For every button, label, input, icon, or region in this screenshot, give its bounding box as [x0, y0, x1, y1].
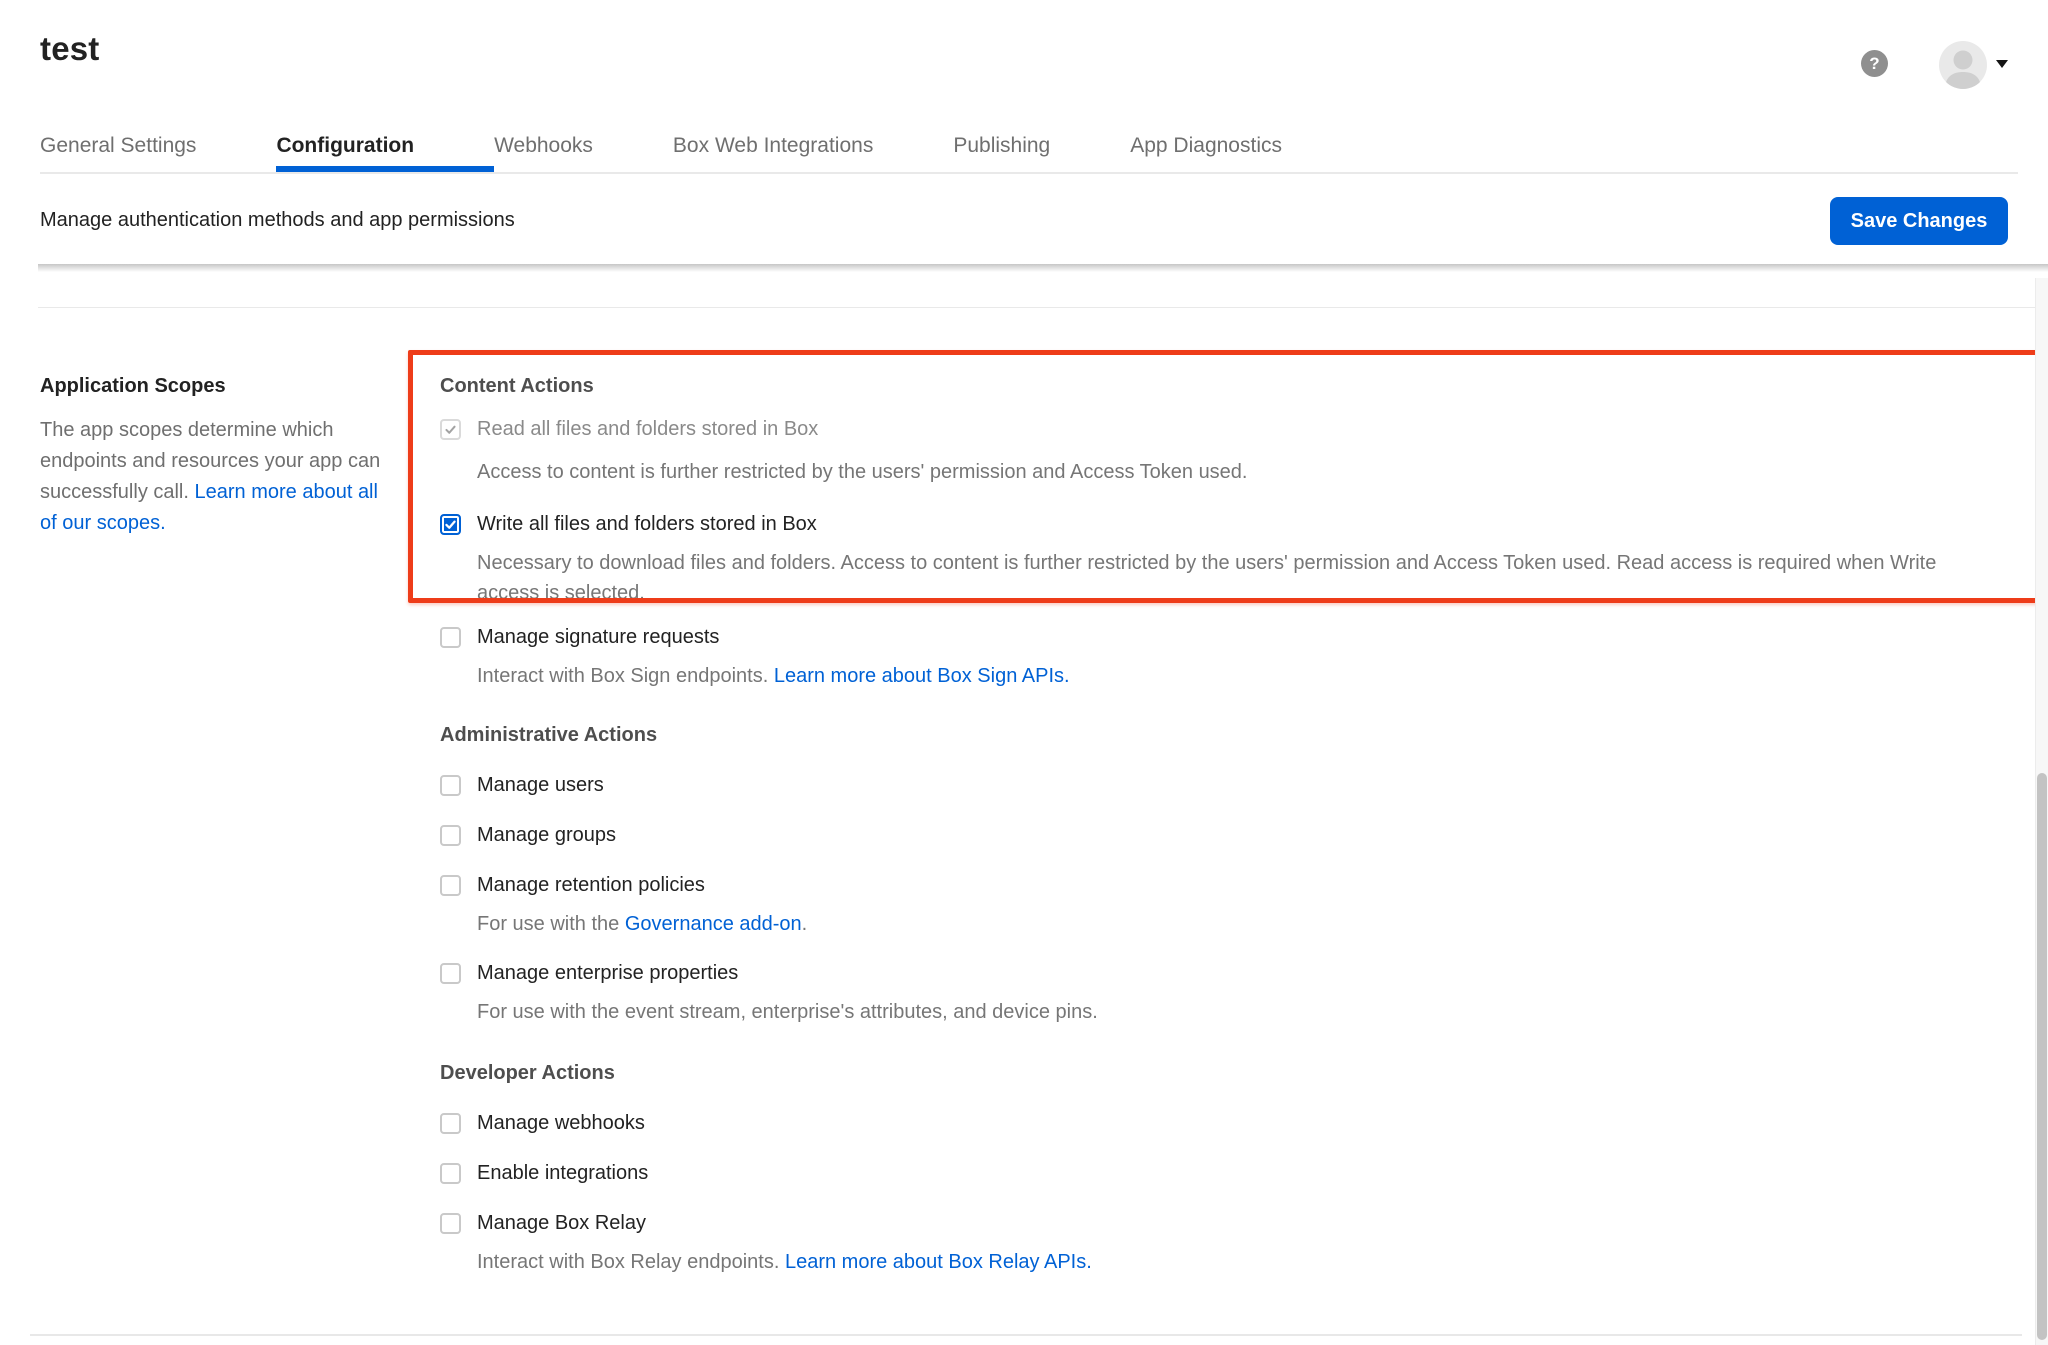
- scope-label: Manage Box Relay: [477, 1211, 646, 1235]
- scope-description-text: For use with the: [477, 913, 619, 935]
- tab-configuration[interactable]: Configuration: [276, 125, 494, 172]
- page-title: test: [40, 30, 100, 68]
- checkbox-manage-webhooks[interactable]: [440, 1113, 461, 1134]
- scope-row-manage-enterprise-properties[interactable]: Manage enterprise properties: [440, 961, 2006, 985]
- tab-bar: General Settings Configuration Webhooks …: [40, 125, 2018, 174]
- scope-label: Write all files and folders stored in Bo…: [477, 512, 817, 536]
- scope-description-text: Interact with Box Sign endpoints.: [477, 665, 768, 687]
- tab-app-diagnostics[interactable]: App Diagnostics: [1130, 125, 1362, 172]
- scope-description: For use with the event stream, enterpris…: [477, 997, 2006, 1027]
- checkbox-manage-enterprise-properties[interactable]: [440, 963, 461, 984]
- checkbox-manage-users[interactable]: [440, 775, 461, 796]
- scope-row-read-all-files: Read all files and folders stored in Box: [440, 417, 2006, 441]
- scope-row-write-all-files[interactable]: Write all files and folders stored in Bo…: [440, 512, 2006, 536]
- box-sign-apis-link[interactable]: Learn more about Box Sign APIs.: [774, 665, 1070, 687]
- vertical-scrollbar-thumb[interactable]: [2037, 773, 2047, 1340]
- application-scopes-heading: Application Scopes: [40, 374, 392, 398]
- scope-label: Manage webhooks: [477, 1111, 645, 1135]
- scope-description-text: Interact with Box Relay endpoints.: [477, 1251, 779, 1273]
- sticky-header-shadow: [38, 264, 2048, 272]
- scope-label: Manage groups: [477, 823, 616, 847]
- subheader-description: Manage authentication methods and app pe…: [40, 209, 515, 232]
- scope-description-suffix: .: [802, 913, 808, 935]
- section-divider: [38, 307, 2048, 308]
- checkbox-manage-signature-requests[interactable]: [440, 627, 461, 648]
- box-developer-console-configuration-page: test ? General Settings Configuration We…: [0, 0, 2048, 1345]
- scope-row-manage-groups[interactable]: Manage groups: [440, 823, 2006, 847]
- checkbox-write-all-files[interactable]: [440, 514, 461, 535]
- box-relay-apis-link[interactable]: Learn more about Box Relay APIs.: [785, 1251, 1092, 1273]
- scope-label: Manage enterprise properties: [477, 961, 738, 985]
- scope-description: For use with the Governance add-on.: [477, 909, 2006, 939]
- scope-description: Interact with Box Sign endpoints. Learn …: [477, 661, 2006, 691]
- content-actions-heading: Content Actions: [440, 374, 2006, 398]
- scope-label: Read all files and folders stored in Box: [477, 417, 818, 441]
- administrative-actions-heading: Administrative Actions: [440, 723, 2006, 747]
- avatar[interactable]: [1939, 41, 1987, 89]
- developer-actions-heading: Developer Actions: [440, 1061, 2006, 1085]
- scope-description: Interact with Box Relay endpoints. Learn…: [477, 1247, 2006, 1277]
- person-icon: [1939, 41, 1987, 89]
- scope-row-manage-box-relay[interactable]: Manage Box Relay: [440, 1211, 2006, 1235]
- checkbox-manage-groups[interactable]: [440, 825, 461, 846]
- bottom-section-divider: [30, 1334, 2022, 1336]
- scope-row-manage-retention-policies[interactable]: Manage retention policies: [440, 873, 2006, 897]
- save-changes-button[interactable]: Save Changes: [1830, 197, 2008, 245]
- scope-label: Manage signature requests: [477, 625, 719, 649]
- check-icon: [444, 423, 457, 436]
- tab-webhooks[interactable]: Webhooks: [494, 125, 673, 172]
- scope-row-manage-users[interactable]: Manage users: [440, 773, 2006, 797]
- chevron-down-icon[interactable]: [1996, 60, 2008, 68]
- tab-publishing[interactable]: Publishing: [953, 125, 1130, 172]
- scope-description: Necessary to download files and folders.…: [477, 548, 1985, 608]
- tab-box-web-integrations[interactable]: Box Web Integrations: [673, 125, 953, 172]
- checkbox-manage-retention-policies[interactable]: [440, 875, 461, 896]
- scope-label: Enable integrations: [477, 1161, 648, 1185]
- scopes-content: Content Actions Read all files and folde…: [440, 374, 2006, 1277]
- scope-description: Access to content is further restricted …: [477, 457, 2006, 487]
- scope-label: Manage retention policies: [477, 873, 705, 897]
- checkbox-read-all-files: [440, 419, 461, 440]
- application-scopes-description: The app scopes determine which endpoints…: [40, 415, 392, 539]
- scope-row-enable-integrations[interactable]: Enable integrations: [440, 1161, 2006, 1185]
- governance-addon-link[interactable]: Governance add-on: [625, 913, 802, 935]
- scope-label: Manage users: [477, 773, 604, 797]
- checkbox-enable-integrations[interactable]: [440, 1163, 461, 1184]
- help-icon[interactable]: ?: [1861, 50, 1888, 77]
- scope-row-manage-webhooks[interactable]: Manage webhooks: [440, 1111, 2006, 1135]
- check-icon: [444, 518, 457, 531]
- tab-general-settings[interactable]: General Settings: [40, 125, 276, 172]
- checkbox-manage-box-relay[interactable]: [440, 1213, 461, 1234]
- scope-row-manage-signature-requests[interactable]: Manage signature requests: [440, 625, 2006, 649]
- application-scopes-sidebar: Application Scopes The app scopes determ…: [40, 374, 392, 539]
